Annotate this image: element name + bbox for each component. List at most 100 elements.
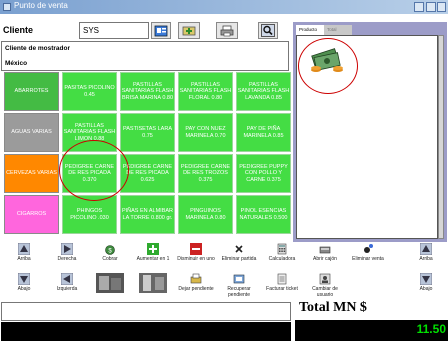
product-button[interactable]: PEDIGREE PUPPY CON POLLO Y CARNE 0.375 — [236, 154, 291, 193]
printer-icon — [220, 25, 234, 36]
product-button[interactable]: PASTILLAS SANITARIAS FLASH LIMON 0.88 — [62, 113, 117, 152]
delete-sale-label: Eliminar venta — [352, 256, 384, 262]
search-button[interactable] — [258, 22, 278, 39]
open-drawer-label: Abrir cajón — [313, 256, 337, 262]
product-label: PASTILLAS SANITARIAS FLASH FLORAL 0.80 — [179, 81, 232, 101]
product-button[interactable]: PHINGOS PICOLINO .030 — [62, 195, 117, 234]
category-cigarros[interactable]: CIGARROS — [4, 195, 59, 234]
product-button[interactable]: PEDIGREE CARNE DE RES PICADA 0.625 — [120, 154, 175, 193]
photo-icon — [96, 273, 124, 293]
product-button[interactable]: PINOL ESENCIAS NATURALES 0.500 — [236, 195, 291, 234]
maximize-button[interactable] — [426, 2, 436, 12]
id-card-icon — [154, 25, 168, 36]
category-aguas-varias[interactable]: AGUAS VARIAS — [4, 113, 59, 152]
arrow-down-icon — [420, 273, 432, 285]
recover-pending-button[interactable]: Recuperar pendiente — [218, 273, 260, 301]
product-button[interactable]: PASTILLAS SANITARIAS FLASH LAVANDA 0.85 — [236, 72, 291, 111]
left-button[interactable]: Izquierda — [46, 273, 88, 301]
photo-icon — [139, 273, 167, 293]
panel-scrollbar[interactable] — [438, 35, 444, 239]
right-button[interactable]: Derecha — [46, 243, 88, 271]
status-line — [1, 302, 291, 321]
product-button[interactable]: PASTISETAS LARA 0.75 — [120, 113, 175, 152]
product-button[interactable]: PEDIGREE CARNE DE RES PICADA 0.370 — [62, 154, 117, 193]
product-label: PAY CON NUEZ MARINELA 0.70 — [185, 126, 226, 139]
cobrar-label: Cobrar — [102, 256, 118, 262]
invoice-ticket-button[interactable]: Facturar ticket — [261, 273, 303, 301]
category-cervezas-varias[interactable]: CERVEZAS VARIAS — [4, 154, 59, 193]
product-button[interactable]: PIÑAS EN ALMIBAR LA TORRE 0.800 gr. — [120, 195, 175, 234]
product-label: PIÑAS EN ALMIBAR LA TORRE 0.800 gr. — [121, 208, 174, 221]
increase-button[interactable]: Aumentar en 1 — [132, 243, 174, 271]
category-abarrotes[interactable]: ABARROTES — [4, 72, 59, 111]
recover-pending-label: Recuperar pendiente — [227, 286, 251, 298]
up-button[interactable]: Arriba — [3, 243, 45, 271]
up-button-right[interactable]: Arriba — [405, 243, 447, 271]
new-customer-button[interactable] — [178, 22, 200, 39]
product-label: PASTILLAS SANITARIAS FLASH BRISA MARINA … — [121, 81, 174, 101]
app-icon — [3, 3, 11, 11]
down-button-right[interactable]: Abajo — [405, 273, 447, 301]
product-grid: ABARROTES AGUAS VARIAS CERVEZAS VARIAS C… — [4, 72, 291, 237]
bottom-bar — [1, 322, 291, 341]
total-value: 11.50 — [416, 322, 446, 336]
tab-total[interactable]: Total — [324, 25, 352, 35]
product-label: PASITAS PICOLINO 0.45 — [64, 85, 115, 98]
client-field[interactable]: SYS — [79, 22, 149, 39]
product-button[interactable]: PAY DE PIÑA MARINELA 0.85 — [236, 113, 291, 152]
minimize-button[interactable] — [414, 2, 424, 12]
money-icon — [311, 48, 343, 72]
product-button[interactable]: PEDIGREE CARNE DE RES TROZOS 0.375 — [178, 154, 233, 193]
product-button[interactable]: PASTILLAS SANITARIAS FLASH FLORAL 0.80 — [178, 72, 233, 111]
calculator-label: Calculadora — [268, 256, 296, 262]
pending-label: Dejar pendiente — [178, 286, 214, 292]
product-label: PEDIGREE PUPPY CON POLLO Y CARNE 0.375 — [239, 163, 288, 183]
arrow-left-icon — [61, 273, 73, 285]
total-display: 11.50 — [295, 320, 448, 341]
calculator-icon — [277, 243, 287, 255]
product-button[interactable]: PASITAS PICOLINO 0.45 — [62, 72, 117, 111]
delete-sale-button[interactable]: Eliminar venta — [347, 243, 389, 271]
close-button[interactable] — [437, 2, 446, 12]
change-user-button[interactable]: Cambiar de usuario — [304, 273, 346, 301]
product-button[interactable]: PASTILLAS SANITARIAS FLASH BRISA MARINA … — [120, 72, 175, 111]
product-button[interactable]: PINGUINOS MARINELA 0.80 — [178, 195, 233, 234]
product-button[interactable]: PAY CON NUEZ MARINELA 0.70 — [178, 113, 233, 152]
minus-icon — [190, 243, 202, 255]
plus-icon — [147, 243, 159, 255]
tab-producto[interactable]: Producto — [296, 25, 324, 35]
category-label: AGUAS VARIAS — [11, 129, 52, 136]
calculator-button[interactable]: Calculadora — [261, 243, 303, 271]
change-user-label: Cambiar de usuario — [312, 286, 338, 298]
pending-icon — [190, 273, 202, 284]
recover-icon — [233, 274, 245, 284]
product-panel: Producto Total — [293, 22, 447, 242]
photo-button-1[interactable] — [89, 273, 131, 301]
customer-card-button[interactable] — [151, 22, 171, 39]
pending-button[interactable]: Dejar pendiente — [175, 273, 217, 301]
printer-button[interactable] — [216, 22, 238, 39]
product-label: PEDIGREE CARNE DE RES PICADA 0.370 — [64, 163, 115, 183]
category-label: ABARROTES — [14, 88, 49, 95]
product-label: PINGUINOS MARINELA 0.80 — [185, 208, 226, 221]
arrow-right-icon — [61, 243, 73, 255]
down-button[interactable]: Abajo — [3, 273, 45, 301]
delete-icon — [235, 245, 243, 253]
open-drawer-button[interactable]: Abrir cajón — [304, 243, 346, 271]
product-image-area — [296, 35, 438, 239]
invoice-ticket-label: Facturar ticket — [266, 286, 298, 292]
product-label: PASTILLAS SANITARIAS FLASH LAVANDA 0.85 — [237, 81, 290, 101]
product-label: PHINGOS PICOLINO .030 — [70, 208, 109, 221]
up-label: Arriba — [17, 256, 31, 262]
increase-label: Aumentar en 1 — [136, 256, 170, 262]
delete-item-button[interactable]: Eliminar partida — [218, 243, 260, 271]
left-label: Izquierda — [56, 286, 78, 292]
decrease-label: Disminuir en uno — [177, 256, 215, 262]
down-label: Abajo — [17, 286, 31, 292]
product-label: PASTISETAS LARA 0.75 — [122, 126, 172, 139]
photo-button-2[interactable] — [132, 273, 174, 301]
decrease-button[interactable]: Disminuir en uno — [175, 243, 217, 271]
category-label: CIGARROS — [16, 211, 47, 218]
product-label: PINOL ESENCIAS NATURALES 0.500 — [239, 208, 288, 221]
cobrar-button[interactable]: $ Cobrar — [89, 243, 131, 271]
